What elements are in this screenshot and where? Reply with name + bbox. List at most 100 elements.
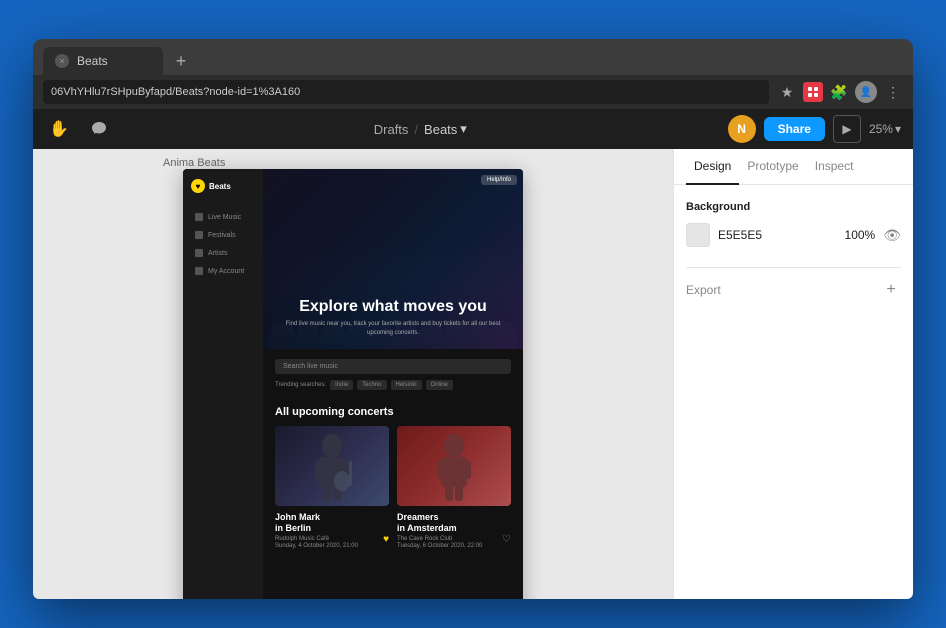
help-button[interactable]: Help/Info: [481, 175, 517, 185]
active-tab[interactable]: × Beats: [43, 47, 163, 75]
toolbar-right: N Share ▶ 25% ▾: [728, 115, 901, 143]
breadcrumb-separator: /: [414, 122, 418, 137]
concert-name-john: John Markin Berlin: [275, 512, 389, 534]
tab-prototype[interactable]: Prototype: [739, 149, 806, 185]
frame-label: Anima Beats: [163, 157, 225, 169]
nav-live-music-icon: [195, 213, 203, 221]
breadcrumb-drafts[interactable]: Drafts: [374, 122, 409, 137]
hand-tool[interactable]: ✋: [45, 115, 73, 143]
play-button[interactable]: ▶: [833, 115, 861, 143]
nav-item-artists[interactable]: Artists: [191, 245, 255, 261]
figma-toolbar: ✋ Drafts / Beats ▾ N: [33, 109, 913, 149]
background-section: Background E5E5E5 100% 👁: [686, 201, 901, 247]
star-icon[interactable]: ★: [777, 82, 797, 102]
concert-image-john-mark: [275, 426, 389, 506]
concert-image-dreamers: [397, 426, 511, 506]
concert-date-john: Sunday, 4 October 2020, 21:00: [275, 543, 389, 549]
background-color-swatch[interactable]: [686, 223, 710, 247]
canvas-area[interactable]: Anima Beats ♥ Beats Live Music: [33, 149, 673, 599]
favorite-heart-filled-icon[interactable]: ♥: [383, 534, 389, 545]
new-tab-button[interactable]: +: [167, 47, 195, 75]
browser-window: × Beats + 06VhYHlu7rSHpuByfapd/Beats?nod…: [33, 39, 913, 599]
panel-content: Background E5E5E5 100% 👁 Export: [674, 185, 913, 599]
export-label: Export: [686, 283, 721, 297]
concert-photo-dreamers: [397, 426, 511, 506]
zoom-level: 25%: [869, 122, 893, 136]
panel-tabs: Design Prototype Inspect: [674, 149, 913, 185]
nav-item-festivals[interactable]: Festivals: [191, 227, 255, 243]
concert-card-dreamers[interactable]: Dreamersin Amsterdam The Cave Rock Club …: [397, 426, 511, 549]
favorite-heart-outline-icon[interactable]: ♡: [502, 534, 511, 545]
beats-file-dropdown[interactable]: Beats ▾: [424, 121, 467, 137]
concerts-section-title: All upcoming concerts: [275, 406, 511, 418]
beats-logo: ♥ Beats: [191, 179, 255, 193]
background-color-opacity[interactable]: 100%: [845, 228, 876, 242]
background-color-hex[interactable]: E5E5E5: [718, 228, 837, 242]
trending-label: Trending searches:: [275, 382, 326, 388]
background-color-row: E5E5E5 100% 👁: [686, 223, 901, 247]
concert-card-john-mark[interactable]: John Markin Berlin Rudolph Music Café Su…: [275, 426, 389, 549]
user-avatar: N: [728, 115, 756, 143]
concert-action-dreamers[interactable]: ♡: [502, 529, 511, 547]
panel-divider: [686, 267, 901, 268]
browser-chrome: × Beats + 06VhYHlu7rSHpuByfapd/Beats?nod…: [33, 39, 913, 109]
url-field[interactable]: 06VhYHlu7rSHpuByfapd/Beats?node-id=1%3A1…: [43, 80, 769, 104]
zoom-dropdown-icon: ▾: [895, 122, 901, 136]
export-add-button[interactable]: +: [881, 280, 901, 300]
beats-concerts-section: All upcoming concerts: [263, 396, 523, 559]
puzzle-icon[interactable]: 🧩: [829, 82, 849, 102]
hero-title: Explore what moves you: [275, 297, 511, 316]
nav-item-live-music[interactable]: Live Music: [191, 209, 255, 225]
nav-item-account[interactable]: My Account: [191, 263, 255, 279]
export-section: Export +: [686, 280, 901, 300]
trending-tag-helsinki[interactable]: Helsinki: [391, 380, 422, 390]
url-text: 06VhYHlu7rSHpuByfapd/Beats?node-id=1%3A1…: [51, 86, 300, 98]
toolbar-breadcrumb: Drafts / Beats ▾: [374, 121, 467, 137]
nav-account-icon: [195, 267, 203, 275]
comment-tool[interactable]: [85, 115, 113, 143]
tab-inspect[interactable]: Inspect: [807, 149, 862, 185]
browser-actions: ★ 🧩 👤 ⋮: [777, 81, 903, 103]
tab-design[interactable]: Design: [686, 149, 739, 185]
beats-hero: Help/Info Explore what moves you Find li…: [263, 169, 523, 349]
background-section-title: Background: [686, 201, 901, 213]
figma-app: ✋ Drafts / Beats ▾ N: [33, 109, 913, 599]
trending-row: Trending searches: Indie Techno Helsinki…: [275, 380, 511, 390]
concert-photo-john: [275, 426, 389, 506]
browser-menu-icon[interactable]: ⋮: [883, 82, 903, 102]
tab-bar: × Beats +: [33, 39, 913, 75]
visibility-toggle-icon[interactable]: 👁: [883, 227, 901, 244]
share-button[interactable]: Share: [764, 117, 825, 141]
beats-main-content: Help/Info Explore what moves you Find li…: [263, 169, 523, 599]
concert-date-dreamers: Tuesday, 6 October 2020, 22:00: [397, 543, 511, 549]
nav-artists-icon: [195, 249, 203, 257]
beats-logo-icon: ♥: [191, 179, 205, 193]
design-panel: Design Prototype Inspect Background E5E5…: [673, 149, 913, 599]
hero-subtitle: Find live music near you, track your fav…: [275, 320, 511, 337]
zoom-control[interactable]: 25% ▾: [869, 122, 901, 136]
extension-icon[interactable]: [803, 82, 823, 102]
export-row: Export +: [686, 280, 901, 300]
beats-search-section: Search live music Trending searches: Ind…: [263, 349, 523, 396]
concert-cards-grid: John Markin Berlin Rudolph Music Café Su…: [275, 426, 511, 549]
tab-close-button[interactable]: ×: [55, 54, 69, 68]
concert-name-dreamers: Dreamersin Amsterdam: [397, 512, 511, 534]
concert-venue-dreamers: The Cave Rock Club: [397, 536, 511, 542]
beats-search-bar[interactable]: Search live music: [275, 359, 511, 374]
tab-title: Beats: [77, 54, 108, 68]
beats-sidebar: ♥ Beats Live Music Festivals: [183, 169, 263, 599]
nav-account-label: My Account: [208, 268, 244, 275]
nav-festivals-icon: [195, 231, 203, 239]
hero-content: Explore what moves you Find live music n…: [263, 285, 523, 349]
concert-action-john[interactable]: ♥: [383, 529, 389, 547]
nav-live-music-label: Live Music: [208, 214, 241, 221]
address-bar: 06VhYHlu7rSHpuByfapd/Beats?node-id=1%3A1…: [33, 75, 913, 109]
nav-festivals-label: Festivals: [208, 232, 236, 239]
trending-tag-techno[interactable]: Techno: [357, 380, 386, 390]
beats-logo-text: Beats: [209, 182, 231, 191]
beats-frame: ♥ Beats Live Music Festivals: [183, 169, 523, 599]
browser-avatar[interactable]: 👤: [855, 81, 877, 103]
trending-tag-online[interactable]: Online: [426, 380, 453, 390]
nav-artists-label: Artists: [208, 250, 227, 257]
trending-tag-indie[interactable]: Indie: [330, 380, 353, 390]
